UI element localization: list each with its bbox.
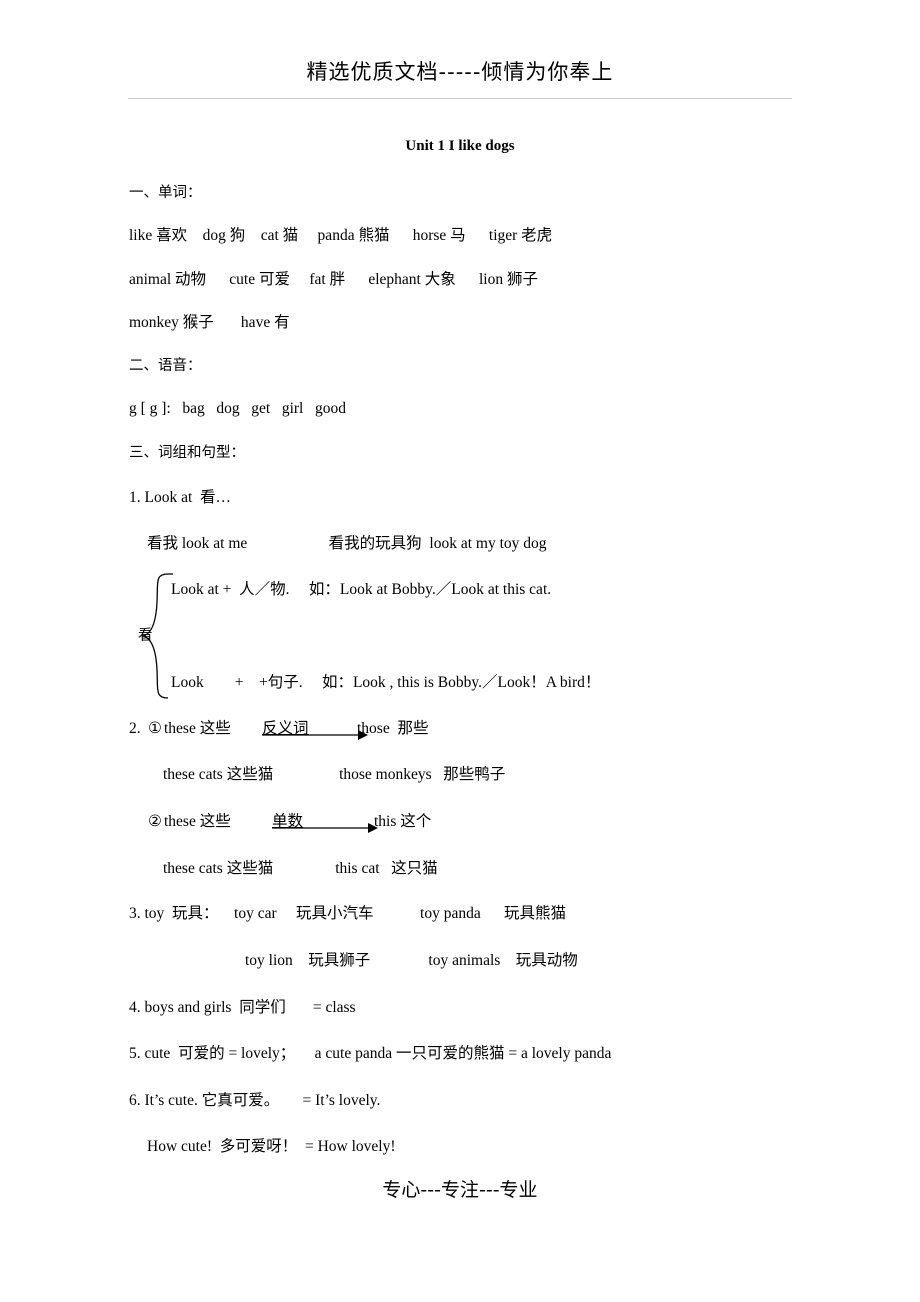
item4-line: 4. boys and girls 同学们 = class — [129, 999, 356, 1016]
item2-label: 2. — [129, 720, 141, 737]
phonics-line: g [ g ]: bag dog get girl good — [129, 400, 346, 417]
item2-line1-left: these 这些 — [164, 720, 231, 737]
brace-label: 看 — [138, 628, 153, 644]
page-footer: 专心---专注---专业 — [382, 1179, 538, 1201]
item1-sub1: 看我 look at me 看我的玩具狗 look at my toy dog — [147, 535, 547, 552]
item2-line2-sub: these cats 这些猫 this cat 这只猫 — [163, 860, 438, 877]
header-banner: 精选优质文档-----倾情为你奉上 — [306, 60, 614, 84]
section-heading-phrases: 三、词组和句型： — [129, 445, 245, 461]
item6-line2: How cute! 多可爱呀！ = How lovely! — [147, 1138, 396, 1155]
vocab-line-2: animal 动物 cute 可爱 fat 胖 elephant 大象 lion… — [129, 271, 538, 288]
arrow-right-icon — [262, 730, 368, 740]
page-title: Unit 1 I like dogs — [405, 138, 515, 154]
item1-brace-bottom: Look + +句子. 如：Look , this is Bobby.／Look… — [171, 674, 601, 691]
item2-line1-right: those 那些 — [357, 720, 429, 737]
item1-brace-top: Look at + 人／物. 如：Look at Bobby.／Look at … — [171, 581, 552, 598]
item5-line: 5. cute 可爱的 = lovely； a cute panda 一只可爱的… — [129, 1045, 612, 1062]
item6-line1: 6. It’s cute. 它真可爱。 = It’s lovely. — [129, 1092, 381, 1109]
item2-marker-2: ② — [148, 813, 162, 830]
item2-line2-left: these 这些 — [164, 813, 231, 830]
document-page: 精选优质文档-----倾情为你奉上 Unit 1 I like dogs 一、单… — [0, 0, 920, 1302]
header-divider — [128, 98, 792, 99]
item2-line1-sub: these cats 这些猫 those monkeys 那些鸭子 — [163, 766, 506, 783]
item1-label: 1. Look at 看… — [129, 489, 232, 506]
section-heading-phonics: 二、语音： — [129, 358, 202, 374]
item2-line2-right: this 这个 — [374, 813, 432, 830]
item3-line1: 3. toy 玩具： toy car 玩具小汽车 toy panda 玩具熊猫 — [129, 905, 566, 922]
section-heading-vocab: 一、单词： — [129, 185, 202, 201]
vocab-line-1: like 喜欢 dog 狗 cat 猫 panda 熊猫 horse 马 tig… — [129, 227, 553, 244]
item2-marker-1: ① — [148, 720, 162, 737]
item3-line2: toy lion 玩具狮子 toy animals 玩具动物 — [245, 952, 578, 969]
arrow-right-icon-2 — [272, 823, 378, 833]
vocab-line-3: monkey 猴子 have 有 — [129, 314, 290, 331]
